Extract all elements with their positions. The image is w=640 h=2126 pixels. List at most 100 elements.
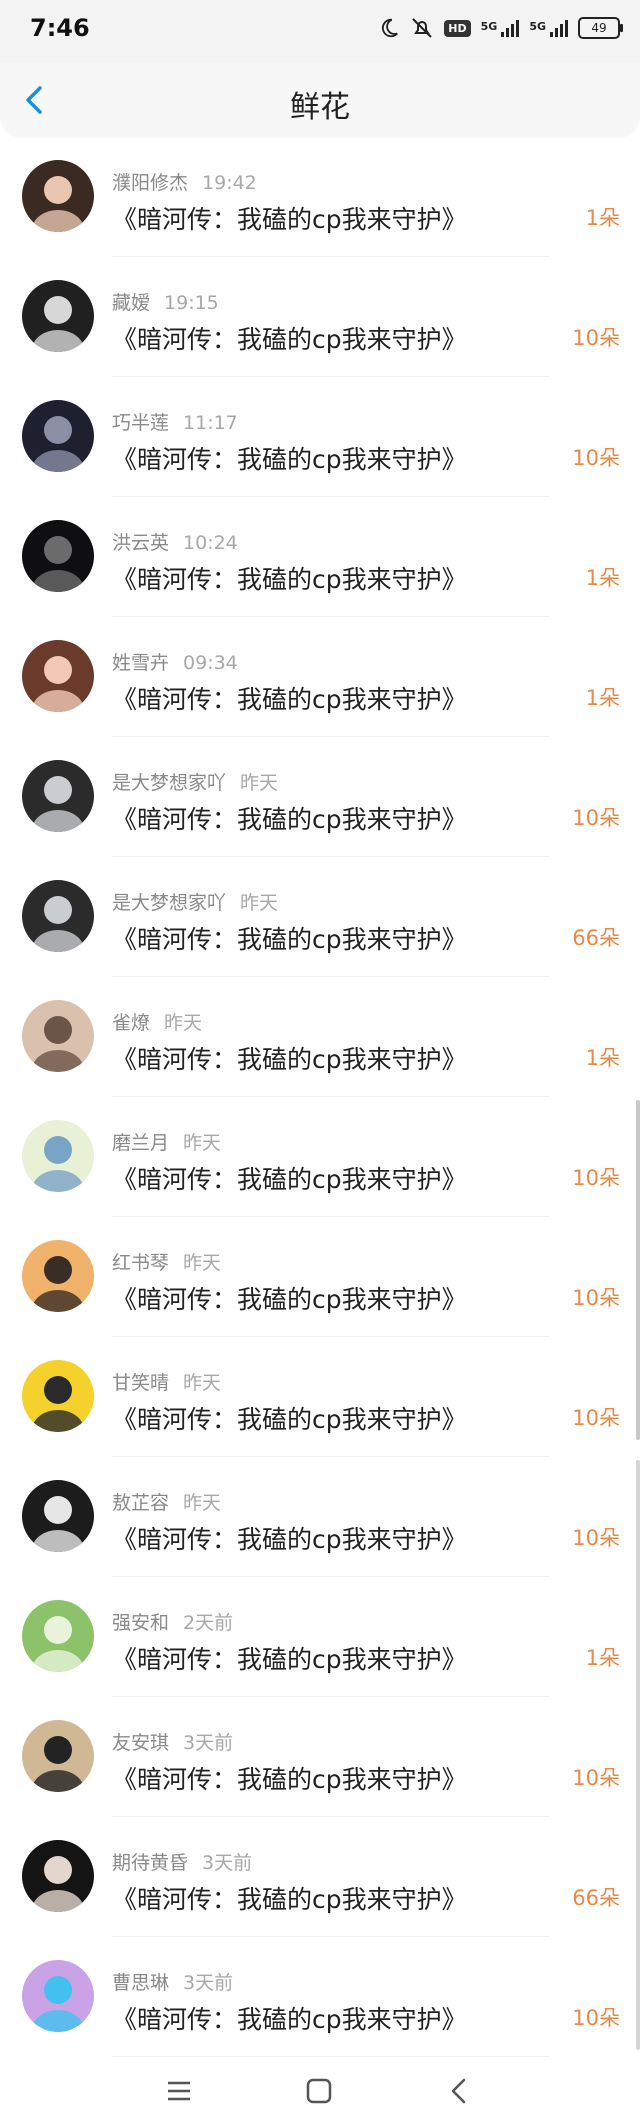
list-item[interactable]: 濮阳修杰 19:42 《暗河传：我磕的cp我来守护》 1朵: [0, 158, 640, 278]
book-title[interactable]: 《暗河传：我磕的cp我来守护》: [112, 1400, 467, 1436]
photo-avatar-icon: [22, 760, 94, 832]
list-item[interactable]: 强安和 2天前 《暗河传：我磕的cp我来守护》 1朵: [0, 1598, 640, 1718]
sender-line: 友安琪 3天前: [112, 1728, 233, 1755]
moon-icon: [382, 18, 399, 38]
flower-count: 10朵: [572, 1286, 620, 1310]
divider: [112, 1216, 550, 1217]
book-title[interactable]: 《暗河传：我磕的cp我来守护》: [112, 560, 467, 596]
list-item[interactable]: 期待黄昏 3天前 《暗河传：我磕的cp我来守护》 66朵: [0, 1838, 640, 1958]
flower-count: 1朵: [585, 1046, 620, 1070]
photo-avatar-icon: [22, 640, 94, 712]
avatar[interactable]: [22, 1600, 94, 1672]
sender-line: 姓雪卉 09:34: [112, 648, 238, 675]
sent-time: 昨天: [183, 1492, 222, 1514]
book-title[interactable]: 《暗河传：我磕的cp我来守护》: [112, 1760, 467, 1796]
book-title[interactable]: 《暗河传：我磕的cp我来守护》: [112, 1520, 467, 1556]
avatar[interactable]: [22, 1720, 94, 1792]
flower-count: 10朵: [572, 446, 620, 470]
sent-time: 10:24: [183, 532, 238, 554]
book-title[interactable]: 《暗河传：我磕的cp我来守护》: [112, 920, 467, 956]
sent-time: 昨天: [240, 892, 279, 914]
flower-count: 10朵: [572, 1766, 620, 1790]
sender-name: 濮阳修杰: [112, 172, 189, 194]
list-item[interactable]: 是大梦想家吖 昨天 《暗河传：我磕的cp我来守护》 10朵: [0, 758, 640, 878]
sender-line: 甘笑晴 昨天: [112, 1368, 221, 1395]
list-item[interactable]: 是大梦想家吖 昨天 《暗河传：我磕的cp我来守护》 66朵: [0, 878, 640, 998]
divider: [112, 1816, 550, 1817]
photo-avatar-icon: [22, 1960, 94, 2032]
avatar[interactable]: [22, 1360, 94, 1432]
scrollbar[interactable]: [636, 1100, 640, 1440]
sender-name: 是大梦想家吖: [112, 772, 227, 794]
back-nav-icon[interactable]: [442, 2074, 476, 2108]
photo-avatar-icon: [22, 520, 94, 592]
sent-time: 19:15: [164, 292, 219, 314]
sent-time: 昨天: [183, 1132, 222, 1154]
sender-line: 雀燎 昨天: [112, 1008, 202, 1035]
photo-avatar-icon: [22, 880, 94, 952]
sender-name: 甘笑晴: [112, 1372, 170, 1394]
avatar[interactable]: [22, 400, 94, 472]
avatar[interactable]: [22, 1240, 94, 1312]
book-title[interactable]: 《暗河传：我磕的cp我来守护》: [112, 1880, 467, 1916]
avatar[interactable]: [22, 1480, 94, 1552]
list-item[interactable]: 雀燎 昨天《暗河传：我磕的cp我来守护》 1朵: [0, 998, 640, 1118]
sender-name: 姓雪卉: [112, 652, 170, 674]
book-title[interactable]: 《暗河传：我磕的cp我来守护》: [112, 200, 467, 236]
list-item[interactable]: 友安琪 3天前《暗河传：我磕的cp我来守护》 10朵: [0, 1718, 640, 1838]
divider: [112, 1456, 550, 1457]
divider: [112, 1696, 550, 1697]
book-title[interactable]: 《暗河传：我磕的cp我来守护》: [112, 320, 467, 356]
divider: [112, 976, 550, 977]
sender-name: 是大梦想家吖: [112, 892, 227, 914]
avatar[interactable]: [22, 520, 94, 592]
sender-name: 藏嫒: [112, 292, 151, 314]
menu-icon[interactable]: [162, 2074, 196, 2108]
photo-avatar-icon: [22, 1840, 94, 1912]
home-icon[interactable]: [302, 2074, 336, 2108]
sender-name: 磨兰月: [112, 1132, 170, 1154]
list-item[interactable]: 甘笑晴 昨天《暗河传：我磕的cp我来守护》 10朵: [0, 1358, 640, 1478]
book-title[interactable]: 《暗河传：我磕的cp我来守护》: [112, 440, 467, 476]
avatar[interactable]: [22, 1840, 94, 1912]
page-title: 鲜花: [290, 90, 350, 125]
book-title[interactable]: 《暗河传：我磕的cp我来守护》: [112, 1280, 467, 1316]
divider: [112, 1576, 550, 1577]
divider: [112, 1336, 550, 1337]
sent-time: 2天前: [183, 1612, 234, 1634]
scrollbar-track-lower[interactable]: [636, 1460, 640, 2050]
list-item[interactable]: 藏嫒 19:15 《暗河传：我磕的cp我来守护》 10朵: [0, 278, 640, 398]
list-item[interactable]: 磨兰月 昨天 《暗河传：我磕的cp我来守护》 10朵: [0, 1118, 640, 1238]
sender-line: 是大梦想家吖 昨天: [112, 888, 278, 915]
book-title[interactable]: 《暗河传：我磕的cp我来守护》: [112, 800, 467, 836]
list-item[interactable]: 红书琴 昨天《暗河传：我磕的cp我来守护》 10朵: [0, 1238, 640, 1358]
sender-line: 红书琴 昨天: [112, 1248, 221, 1275]
book-title[interactable]: 《暗河传：我磕的cp我来守护》: [112, 680, 467, 716]
list-item[interactable]: 姓雪卉 09:34 《暗河传：我磕的cp我来守护》 1朵: [0, 638, 640, 758]
sent-time: 09:34: [183, 652, 238, 674]
sent-time: 3天前: [202, 1852, 253, 1874]
flower-count: 10朵: [572, 1406, 620, 1430]
list-item[interactable]: 敖芷容 昨天 《暗河传：我磕的cp我来守护》 10朵: [0, 1478, 640, 1598]
hd-icon: HD: [444, 19, 471, 37]
avatar[interactable]: [22, 1000, 94, 1072]
avatar[interactable]: [22, 1120, 94, 1192]
book-title[interactable]: 《暗河传：我磕的cp我来守护》: [112, 1160, 467, 1196]
list-item[interactable]: 巧半莲 11:17 《暗河传：我磕的cp我来守护》 10朵: [0, 398, 640, 518]
book-title[interactable]: 《暗河传：我磕的cp我来守护》: [112, 1640, 467, 1676]
list-item[interactable]: 洪云英 10:24 《暗河传：我磕的cp我来守护》 1朵: [0, 518, 640, 638]
book-title[interactable]: 《暗河传：我磕的cp我来守护》: [112, 2000, 467, 2036]
avatar[interactable]: [22, 760, 94, 832]
avatar[interactable]: [22, 880, 94, 952]
flower-count: 1朵: [585, 686, 620, 710]
sender-name: 巧半莲: [112, 412, 170, 434]
sender-line: 濮阳修杰 19:42: [112, 168, 257, 195]
book-title[interactable]: 《暗河传：我磕的cp我来守护》: [112, 1040, 467, 1076]
avatar[interactable]: [22, 640, 94, 712]
avatar[interactable]: [22, 1960, 94, 2032]
sent-time: 19:42: [202, 172, 257, 194]
sent-time: 昨天: [240, 772, 279, 794]
avatar[interactable]: [22, 160, 94, 232]
sender-name: 红书琴: [112, 1252, 170, 1274]
avatar[interactable]: [22, 280, 94, 352]
